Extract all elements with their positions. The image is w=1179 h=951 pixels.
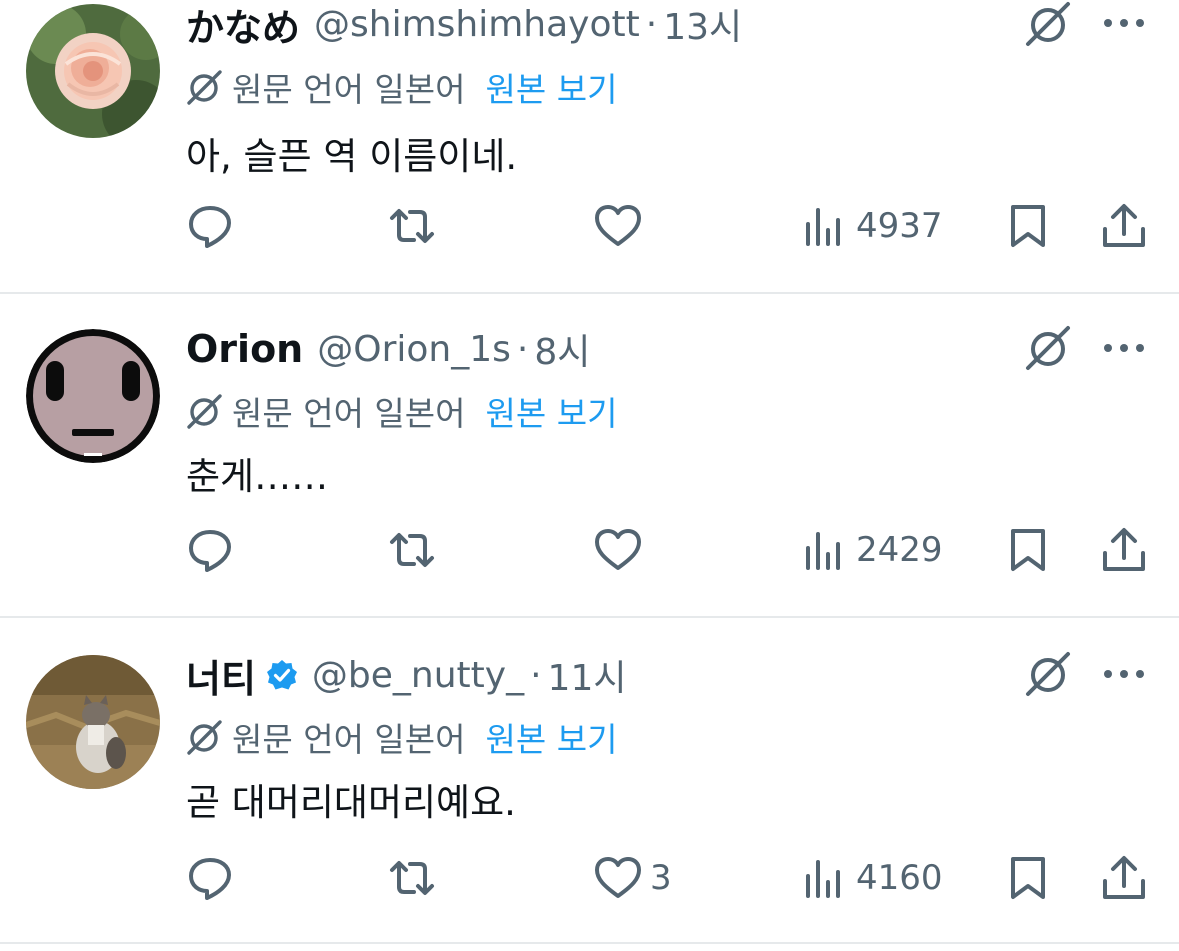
tweet-header: かなめ @shimshimhayott · 13시	[186, 0, 742, 52]
retweet-button[interactable]	[388, 526, 436, 574]
timestamp[interactable]: 8시	[534, 323, 590, 375]
reply-icon	[189, 858, 231, 900]
translation-note: 원문 언어 일본어	[232, 720, 466, 759]
display-name[interactable]: Orion	[186, 327, 303, 371]
more-options-icon[interactable]	[1100, 13, 1148, 33]
timestamp[interactable]: 13시	[663, 0, 742, 50]
share-icon	[1103, 856, 1145, 899]
share-button[interactable]	[1100, 526, 1148, 574]
action-bar: 4937	[0, 196, 1179, 256]
retweet-icon	[390, 209, 434, 243]
translation-row: 원문 언어 일본어 원본 보기	[184, 64, 617, 110]
grok-icon[interactable]	[1022, 650, 1074, 698]
verified-badge-icon	[266, 660, 297, 690]
user-handle[interactable]: @be_nutty_	[312, 655, 524, 696]
tweet-3[interactable]: 너티 @be_nutty_ · 11시 원문 언어 일본어 원본 보기 곧 대머…	[0, 618, 1179, 944]
reply-icon	[189, 206, 231, 248]
bookmark-button[interactable]	[1004, 526, 1052, 574]
reply-icon	[189, 530, 231, 572]
heart-icon	[595, 205, 641, 246]
translation-row: 원문 언어 일본어 원본 보기	[184, 714, 617, 760]
view-original-link[interactable]: 원본 보기	[486, 387, 618, 435]
views-button[interactable]: 2429	[800, 526, 943, 574]
retweet-button[interactable]	[388, 854, 436, 902]
avatar[interactable]	[26, 4, 160, 138]
user-handle[interactable]: @shimshimhayott	[314, 4, 640, 45]
views-button[interactable]: 4160	[800, 854, 943, 902]
grok-icon[interactable]	[1022, 0, 1074, 48]
view-count: 4160	[856, 858, 943, 898]
grok-icon[interactable]	[1022, 324, 1074, 372]
avatar[interactable]	[26, 655, 160, 789]
bookmark-icon	[1011, 529, 1045, 571]
like-count: 3	[650, 858, 672, 898]
heart-icon	[595, 529, 641, 570]
share-button[interactable]	[1100, 854, 1148, 902]
bookmark-button[interactable]	[1004, 854, 1052, 902]
reply-button[interactable]	[186, 526, 234, 574]
like-button[interactable]	[594, 202, 650, 250]
views-button[interactable]: 4937	[800, 202, 943, 250]
action-bar: 2429	[0, 520, 1179, 580]
bookmark-button[interactable]	[1004, 202, 1052, 250]
views-icon	[806, 860, 840, 898]
retweet-button[interactable]	[388, 202, 436, 250]
display-name[interactable]: かなめ	[186, 0, 300, 52]
more-options-icon[interactable]	[1100, 664, 1148, 684]
tweet-header: 너티 @be_nutty_ · 11시	[186, 648, 627, 703]
reply-button[interactable]	[186, 854, 234, 902]
tweet-text: 곧 대머리대머리예요.	[186, 781, 516, 824]
share-button[interactable]	[1100, 202, 1148, 250]
tweet-2[interactable]: Orion @Orion_1s · 8시 원문 언어 일본어 원본 보기 춘게……	[0, 294, 1179, 618]
action-bar: 3 4160	[0, 848, 1179, 908]
view-original-link[interactable]: 원본 보기	[486, 713, 618, 761]
like-button[interactable]: 3	[594, 854, 672, 902]
views-icon	[806, 532, 840, 570]
display-name[interactable]: 너티	[186, 648, 256, 703]
retweet-icon	[390, 861, 434, 895]
share-icon	[1103, 204, 1145, 247]
tweet-text: 아, 슬픈 역 이름이네.	[186, 135, 518, 178]
separator: ·	[516, 328, 529, 370]
separator: ·	[530, 654, 542, 696]
user-handle[interactable]: @Orion_1s	[317, 329, 511, 370]
tweet-text: 춘게……	[186, 455, 329, 498]
view-count: 2429	[856, 530, 943, 570]
translation-note: 원문 언어 일본어	[232, 394, 466, 433]
retweet-icon	[390, 533, 434, 567]
like-button[interactable]	[594, 526, 650, 574]
heart-icon	[595, 857, 641, 898]
translate-icon	[187, 720, 222, 755]
bookmark-icon	[1011, 857, 1045, 899]
view-count: 4937	[856, 206, 943, 246]
translate-icon	[187, 70, 222, 105]
translation-note: 원문 언어 일본어	[232, 70, 466, 109]
tweet-1[interactable]: かなめ @shimshimhayott · 13시 원문 언어 일본어 원본 보…	[0, 0, 1179, 294]
view-original-link[interactable]: 원본 보기	[486, 63, 618, 111]
more-options-icon[interactable]	[1100, 338, 1148, 358]
share-icon	[1103, 528, 1145, 571]
timestamp[interactable]: 11시	[548, 649, 627, 701]
separator: ·	[645, 3, 658, 45]
reply-button[interactable]	[186, 202, 234, 250]
translation-row: 원문 언어 일본어 원본 보기	[184, 388, 617, 434]
bookmark-icon	[1011, 205, 1045, 247]
views-icon	[806, 208, 840, 246]
tweet-header: Orion @Orion_1s · 8시	[186, 324, 590, 374]
translate-icon	[187, 394, 222, 429]
avatar[interactable]	[26, 329, 160, 463]
